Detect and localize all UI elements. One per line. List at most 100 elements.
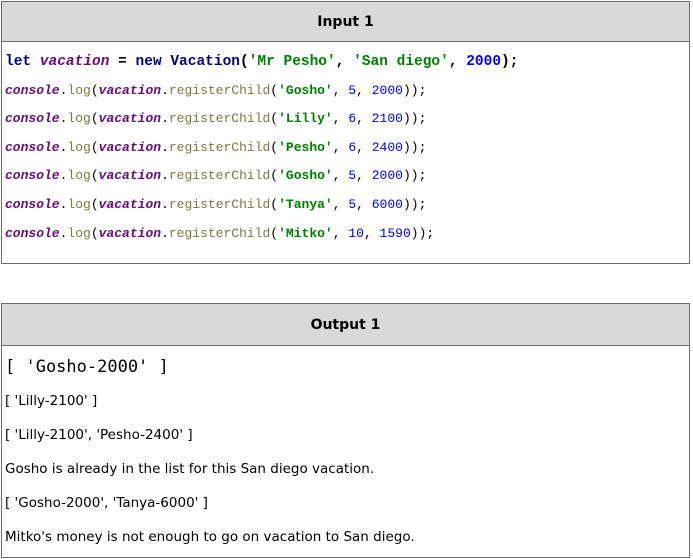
code-token: log: [67, 139, 91, 155]
code-token: log: [67, 196, 91, 212]
code-token: 5: [348, 196, 357, 212]
code-token: console: [5, 225, 60, 241]
code-line: console.log(vacation.registerChild('Lill…: [5, 105, 689, 134]
code-token: ,: [332, 111, 349, 127]
code-token: ,: [356, 82, 372, 98]
code-token: 'San diego': [353, 54, 449, 70]
code-line: console.log(vacation.registerChild('Gosh…: [5, 162, 689, 191]
code-token: ,: [332, 82, 349, 98]
code-line: console.log(vacation.registerChild('Gosh…: [5, 77, 689, 106]
code-token: ,: [356, 111, 372, 127]
code-line: console.log(vacation.registerChild('Tany…: [5, 191, 689, 220]
code-token: .: [161, 168, 169, 184]
code-token: .: [161, 82, 169, 98]
code-token: (: [270, 225, 279, 241]
code-token: vacation: [39, 54, 110, 70]
code-line: console.log(vacation.registerChild('Pesh…: [5, 134, 689, 163]
code-token: registerChild: [168, 196, 271, 212]
code-token: ,: [356, 168, 372, 184]
code-token: ,: [356, 196, 372, 212]
code-token: vacation: [98, 111, 162, 127]
code-token: ,: [332, 168, 349, 184]
input-panel: Input 1 let vacation = new Vacation('Mr …: [1, 1, 690, 264]
code-token: registerChild: [168, 139, 271, 155]
code-token: console: [5, 111, 60, 127]
code-token: 2000: [466, 54, 502, 70]
code-token: 10: [348, 225, 364, 241]
input-header: Input 1: [2, 2, 689, 42]
code-line: console.log(vacation.registerChild('Mitk…: [5, 220, 689, 249]
code-token: 'Gosho': [278, 168, 333, 184]
code-line: let vacation = new Vacation('Mr Pesho', …: [5, 48, 689, 77]
code-token: 'Mr Pesho': [248, 54, 336, 70]
code-token: ,: [448, 54, 467, 70]
code-token: ,: [335, 54, 354, 70]
code-token: ));: [402, 196, 427, 212]
code-token: 6000: [371, 196, 403, 212]
output-block: [ 'Gosho-2000' ] [ 'Lilly-2100' ] [ 'Lilly…: [2, 346, 689, 554]
code-token: log: [67, 111, 91, 127]
output-line: [ 'Gosho-2000', 'Tanya-6000' ]: [5, 495, 208, 511]
code-token: );: [501, 54, 519, 70]
code-token: ,: [332, 196, 349, 212]
code-token: Vacation: [170, 54, 240, 70]
code-token: (: [90, 225, 99, 241]
code-token: (: [270, 82, 279, 98]
output-line: Gosho is already in the list for this Sa…: [5, 461, 375, 477]
code-token: new: [135, 54, 171, 70]
code-token: 'Pesho': [278, 139, 333, 155]
output-line: [ 'Lilly-2100', 'Pesho-2400' ]: [5, 427, 193, 443]
code-token: (: [90, 168, 99, 184]
code-token: (: [90, 196, 99, 212]
output-line: [ 'Gosho-2000' ]: [5, 357, 169, 377]
output-line: Mitko's money is not enough to go on vac…: [5, 529, 415, 545]
code-token: (: [90, 139, 99, 155]
code-token: (: [239, 54, 249, 70]
output-header: Output 1: [2, 304, 689, 346]
code-token: 'Gosho': [278, 82, 333, 98]
code-token: (: [270, 111, 279, 127]
code-token: registerChild: [168, 168, 271, 184]
code-token: (: [90, 82, 99, 98]
code-token: vacation: [98, 196, 162, 212]
code-token: ));: [402, 111, 427, 127]
code-token: ));: [402, 139, 427, 155]
code-token: 'Lilly': [278, 111, 333, 127]
output-panel: Output 1 [ 'Gosho-2000' ] [ 'Lilly-2100' …: [1, 303, 690, 558]
code-token: vacation: [98, 168, 162, 184]
output-line: [ 'Lilly-2100' ]: [5, 393, 98, 409]
code-token: ,: [363, 225, 380, 241]
code-token: ,: [332, 225, 349, 241]
code-token: (: [270, 196, 279, 212]
code-token: 5: [348, 82, 357, 98]
code-token: 2100: [371, 111, 403, 127]
code-token: log: [67, 225, 91, 241]
code-token: ));: [410, 225, 435, 241]
code-token: =: [109, 54, 136, 70]
code-token: .: [161, 196, 169, 212]
code-token: 'Tanya': [278, 196, 333, 212]
code-token: console: [5, 196, 60, 212]
code-token: 2000: [371, 82, 403, 98]
code-token: 2400: [371, 139, 403, 155]
code-token: (: [270, 139, 279, 155]
code-token: 6: [348, 139, 357, 155]
code-token: let: [5, 54, 40, 70]
code-token: registerChild: [168, 111, 271, 127]
code-token: console: [5, 82, 60, 98]
code-token: .: [161, 139, 169, 155]
code-token: registerChild: [168, 225, 271, 241]
code-token: vacation: [98, 82, 162, 98]
code-token: vacation: [98, 139, 162, 155]
code-token: log: [67, 168, 91, 184]
code-token: 2000: [371, 168, 403, 184]
code-token: .: [161, 225, 169, 241]
code-token: ));: [402, 168, 427, 184]
code-token: ,: [332, 139, 349, 155]
code-token: log: [67, 82, 91, 98]
code-token: registerChild: [168, 82, 271, 98]
code-token: (: [270, 168, 279, 184]
code-token: console: [5, 139, 60, 155]
code-token: console: [5, 168, 60, 184]
code-token: vacation: [98, 225, 162, 241]
